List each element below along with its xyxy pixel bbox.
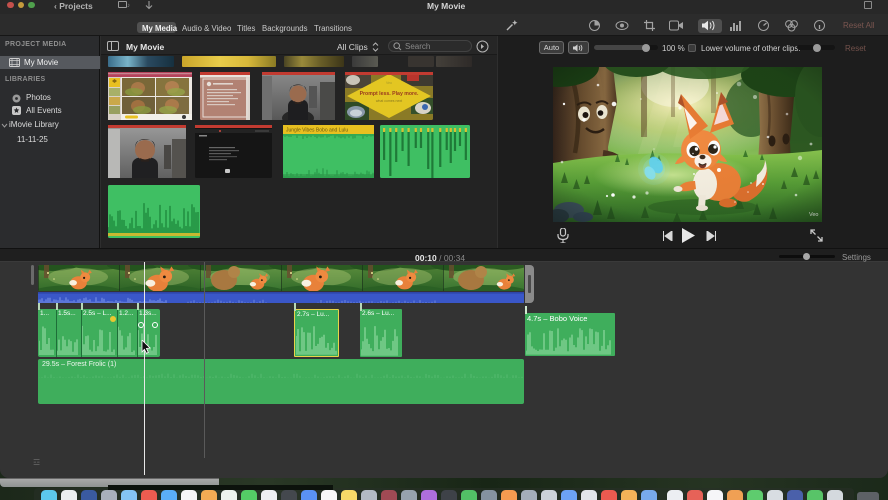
svg-text:what comes next: what comes next [376, 99, 402, 103]
svg-text:Veo: Veo [809, 212, 818, 218]
svg-text:Prompt less. Play more.: Prompt less. Play more. [360, 91, 419, 97]
svg-text:Jungle Vibes Bobo and Lulu: Jungle Vibes Bobo and Lulu [286, 128, 348, 134]
svg-text:Veo: Veo [386, 81, 392, 85]
